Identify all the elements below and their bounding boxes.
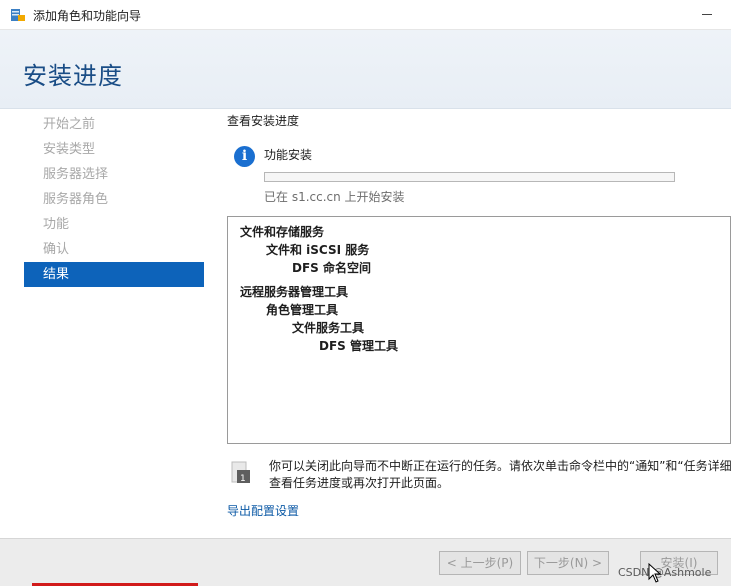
info-icon: i — [234, 146, 255, 167]
section-label: 查看安装进度 — [227, 114, 300, 128]
tree-item: 文件和存储服务 — [240, 225, 325, 239]
install-status-label: 功能安装 — [264, 148, 313, 162]
title-bar: 添加角色和功能向导 — [0, 0, 731, 30]
notification-flag-icon: 1 — [231, 461, 250, 484]
nav-item-confirmation[interactable]: 确认 — [24, 237, 204, 262]
wizard-steps-nav: 开始之前 安装类型 服务器选择 服务器角色 功能 确认 结果 — [24, 112, 204, 287]
window-title: 添加角色和功能向导 — [33, 9, 142, 23]
install-progress-bar — [264, 172, 675, 182]
svg-text:1: 1 — [240, 474, 246, 484]
tree-item: DFS 命名空间 — [292, 261, 371, 275]
nav-item-before-you-begin[interactable]: 开始之前 — [24, 112, 204, 137]
note-line-1: 你可以关闭此向导而不中断正在运行的任务。请依次单击命令栏中的“通知”和“任务详细… — [269, 459, 731, 473]
watermark: CSDN @Ashmole — [618, 566, 712, 579]
install-started-text: 已在 s1.cc.cn 上开始安装 — [264, 190, 405, 204]
nav-item-installation-type[interactable]: 安装类型 — [24, 137, 204, 162]
tree-item: 远程服务器管理工具 — [240, 285, 349, 299]
export-configuration-link[interactable]: 导出配置设置 — [227, 502, 299, 519]
tree-item: DFS 管理工具 — [319, 339, 398, 353]
note-line-2: 查看任务进度或再次打开此页面。 — [269, 476, 450, 490]
nav-item-server-roles[interactable]: 服务器角色 — [24, 187, 204, 212]
tree-item: 文件服务工具 — [292, 321, 365, 335]
page-title: 安装进度 — [23, 62, 123, 90]
mouse-cursor-icon — [648, 563, 662, 583]
next-button[interactable]: 下一步(N) > — [527, 551, 609, 575]
minimize-icon[interactable] — [702, 14, 712, 15]
tree-item: 角色管理工具 — [266, 303, 339, 317]
server-manager-icon — [11, 9, 25, 21]
background-task-note: 你可以关闭此向导而不中断正在运行的任务。请依次单击命令栏中的“通知”和“任务详细… — [269, 458, 731, 492]
main-content: 查看安装进度 i 功能安装 已在 s1.cc.cn 上开始安装 文件和存储服务 … — [218, 108, 731, 538]
nav-item-results[interactable]: 结果 — [24, 262, 204, 287]
nav-item-features[interactable]: 功能 — [24, 212, 204, 237]
nav-item-server-selection[interactable]: 服务器选择 — [24, 162, 204, 187]
previous-button[interactable]: < 上一步(P) — [439, 551, 521, 575]
install-results-list[interactable]: 文件和存储服务 文件和 iSCSI 服务 DFS 命名空间 远程服务器管理工具 … — [227, 216, 731, 444]
wizard-footer: < 上一步(P) 下一步(N) > 安装(I) CSDN @Ashmole — [0, 538, 731, 586]
tree-item: 文件和 iSCSI 服务 — [266, 243, 370, 257]
